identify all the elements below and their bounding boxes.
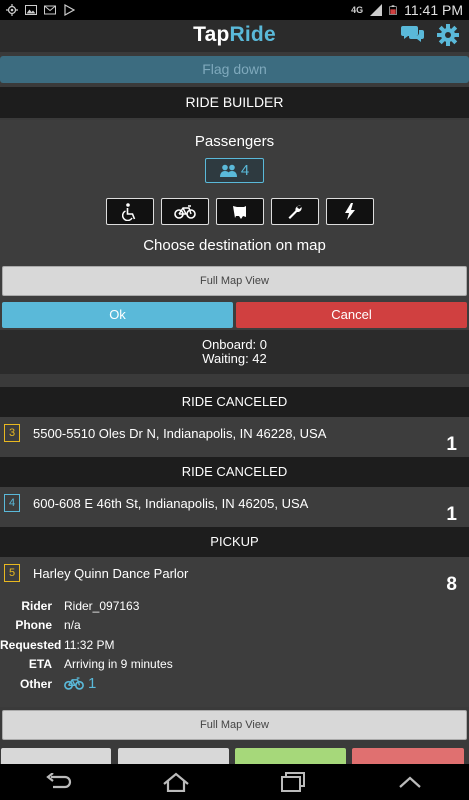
other-label: Other xyxy=(19,676,52,691)
signal-icon xyxy=(370,4,383,16)
ride-passenger-count: 1 xyxy=(446,434,457,455)
battery-icon xyxy=(389,5,397,15)
menu-up-button[interactable] xyxy=(390,769,430,795)
requested-value: 11:32 PM xyxy=(64,637,115,652)
wrench-icon xyxy=(288,205,302,219)
choose-destination-label: Choose destination on map xyxy=(143,237,326,254)
home-button[interactable] xyxy=(156,769,196,795)
rider-value: Rider_097163 xyxy=(64,598,140,613)
passenger-count-button[interactable]: 4 xyxy=(205,158,264,183)
wrench-option[interactable] xyxy=(271,198,319,225)
passengers-label: Passengers xyxy=(194,133,275,150)
ride-address: 5500-5510 Oles Dr N, Indianapolis, IN 46… xyxy=(33,426,327,441)
ride-options xyxy=(106,198,374,225)
gear-icon[interactable] xyxy=(437,24,459,46)
wheelchair-icon xyxy=(122,202,136,221)
ride-passenger-count: 8 xyxy=(446,574,457,595)
ride-status-header: RIDE CANCELED xyxy=(0,387,469,417)
eta-row: ETA Arriving in 9 minutes xyxy=(0,655,320,675)
service-animal-icon xyxy=(233,205,246,219)
bicycle-icon xyxy=(174,204,196,219)
ride-builder-panel: Passengers 4 Choose destination on map xyxy=(0,120,469,330)
lightning-icon xyxy=(345,203,355,220)
onboard-count: Onboard: 0 xyxy=(201,337,268,352)
chevron-up-icon xyxy=(399,776,422,788)
wheelchair-option[interactable] xyxy=(106,198,154,225)
play-store-icon xyxy=(64,4,75,16)
full-map-view-button[interactable]: Full Map View xyxy=(2,266,467,296)
requested-row: Requested 11:32 PM xyxy=(0,635,320,655)
full-map-view-button[interactable]: Full Map View xyxy=(2,710,467,740)
bicycle-option[interactable] xyxy=(161,198,209,225)
phone-row: Phone n/a xyxy=(0,616,320,636)
phone-label: Phone xyxy=(15,618,52,633)
notification-icons xyxy=(6,4,75,16)
bicycle-icon xyxy=(64,677,84,691)
gmail-icon xyxy=(44,5,56,15)
action-button-3[interactable] xyxy=(235,748,346,764)
waiting-count: Waiting: 42 xyxy=(202,351,267,366)
back-button[interactable] xyxy=(39,769,79,795)
brand-part1: Tap xyxy=(193,23,230,46)
ride-badge: 4 xyxy=(4,494,20,512)
app-bar: TapRide xyxy=(0,20,469,52)
ride-counts: Onboard: 0 Waiting: 42 xyxy=(0,330,469,374)
bottom-action-buttons xyxy=(0,748,469,764)
ride-item[interactable]: 4 600-608 E 46th St, Indianapolis, IN 46… xyxy=(0,487,469,527)
other-row: Other 1 xyxy=(0,674,320,694)
service-animal-option[interactable] xyxy=(216,198,264,225)
eta-value: Arriving in 9 minutes xyxy=(64,657,173,672)
ride-passenger-count: 1 xyxy=(446,504,457,525)
passenger-count: 4 xyxy=(240,162,250,179)
ride-badge: 5 xyxy=(4,564,20,582)
chat-icon[interactable] xyxy=(401,24,425,44)
ok-button[interactable]: Ok xyxy=(2,302,233,328)
other-count: 1 xyxy=(88,675,97,693)
home-icon xyxy=(163,772,189,792)
rider-label: Rider xyxy=(21,598,52,613)
recents-icon xyxy=(281,772,306,792)
action-button-4[interactable] xyxy=(352,748,464,764)
action-button-2[interactable] xyxy=(118,748,229,764)
system-icons: 4G 11:41 PM xyxy=(351,2,463,18)
network-type: 4G xyxy=(351,5,364,15)
other-value: 1 xyxy=(64,675,96,692)
image-icon xyxy=(25,5,37,15)
eta-label: ETA xyxy=(28,657,52,672)
ride-address: Harley Quinn Dance Parlor xyxy=(33,566,189,581)
brand-part2: Ride xyxy=(229,23,276,46)
ride-badge: 3 xyxy=(4,424,20,442)
ride-address: 600-608 E 46th St, Indianapolis, IN 4620… xyxy=(33,496,309,511)
rider-row: Rider Rider_097163 xyxy=(0,596,320,616)
recents-button[interactable] xyxy=(273,769,313,795)
ride-builder-header: RIDE BUILDER xyxy=(0,87,469,118)
power-option[interactable] xyxy=(326,198,374,225)
ride-status-header: PICKUP xyxy=(0,527,469,557)
status-bar: 4G 11:41 PM xyxy=(0,0,469,20)
app-logo: TapRide xyxy=(0,23,469,47)
action-button-1[interactable] xyxy=(1,748,111,764)
cancel-button[interactable]: Cancel xyxy=(236,302,467,328)
ride-status-header: RIDE CANCELED xyxy=(0,457,469,487)
users-icon xyxy=(219,164,237,177)
pickup-details: Rider Rider_097163 Phone n/a Requested 1… xyxy=(0,596,320,694)
back-icon xyxy=(45,773,71,789)
gps-icon xyxy=(6,4,18,16)
flag-down-button[interactable]: Flag down xyxy=(0,56,469,83)
system-nav-bar xyxy=(0,764,469,800)
ride-item[interactable]: 3 5500-5510 Oles Dr N, Indianapolis, IN … xyxy=(0,417,469,457)
requested-label: Requested xyxy=(0,637,62,652)
phone-value: n/a xyxy=(64,618,81,633)
clock: 11:41 PM xyxy=(404,2,463,18)
